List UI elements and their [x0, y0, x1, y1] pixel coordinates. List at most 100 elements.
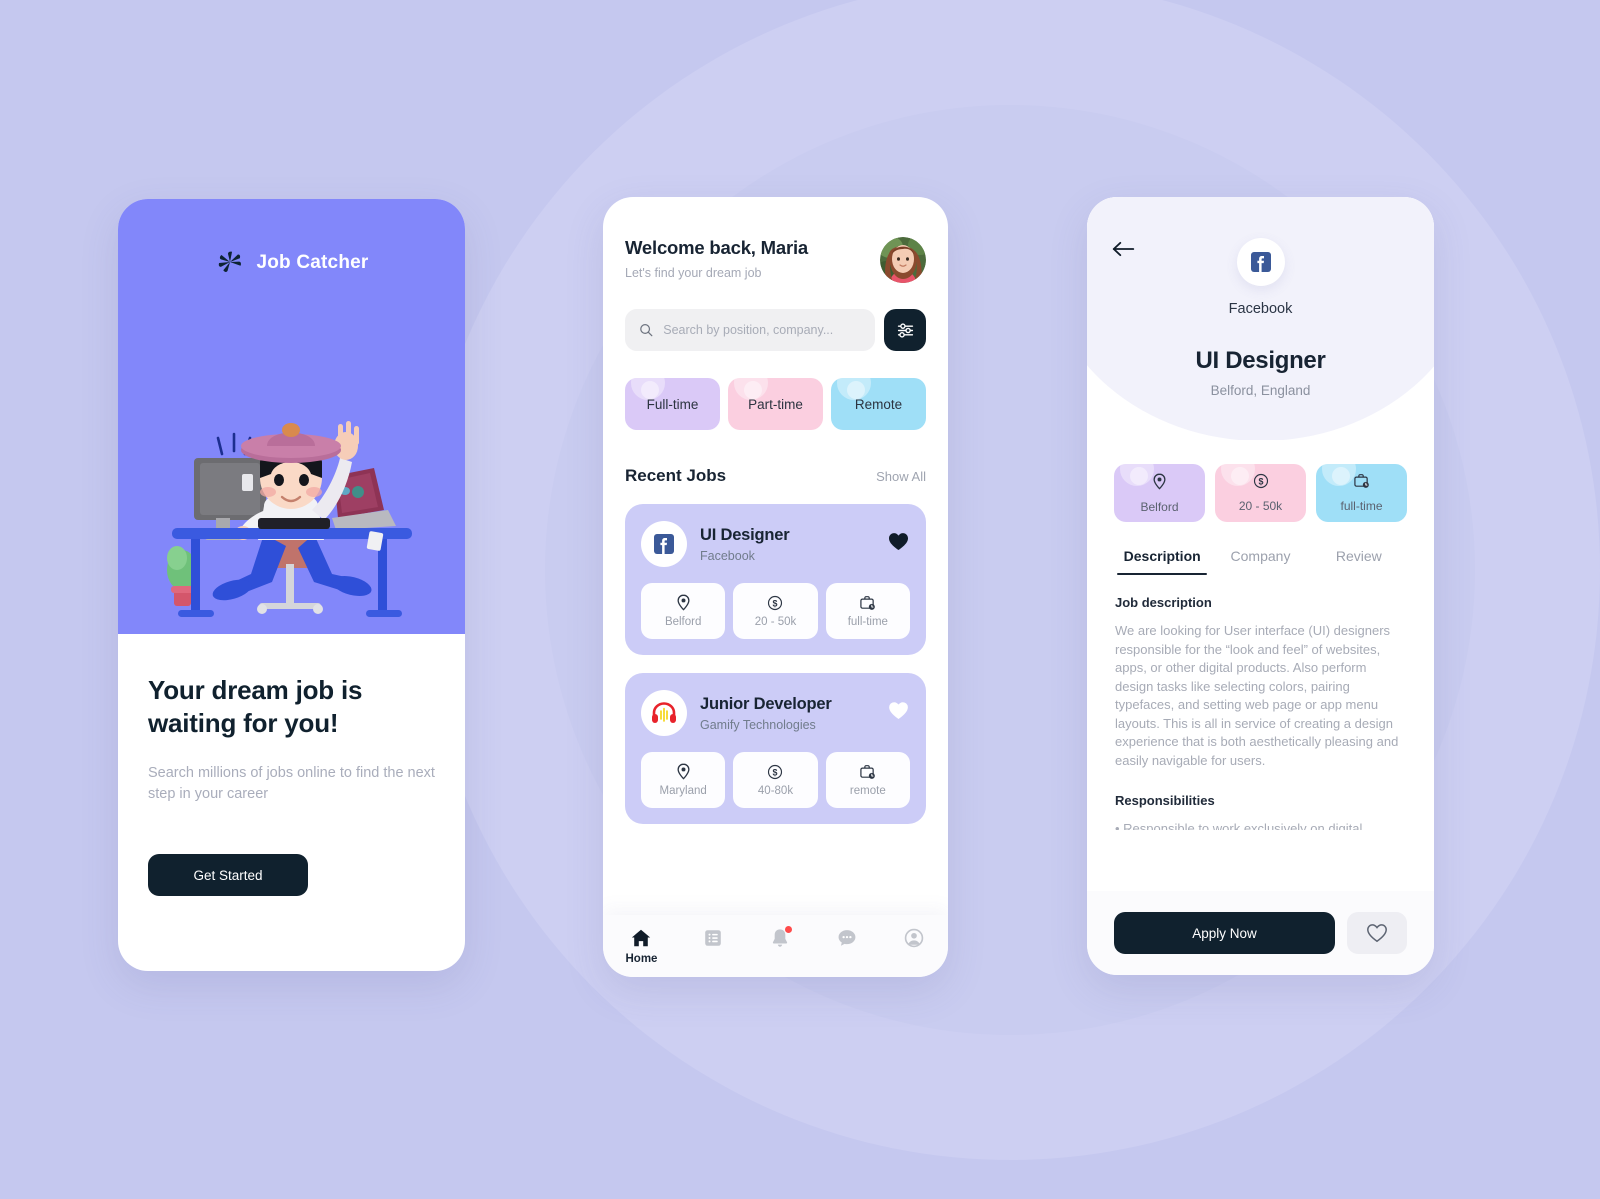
job-card-titles: UI Designer Facebook — [700, 526, 875, 563]
recent-jobs-header: Recent Jobs Show All — [625, 466, 926, 486]
job-company: Gamify Technologies — [700, 717, 816, 732]
company-logo — [1236, 238, 1285, 286]
heart-filled-icon — [889, 533, 908, 551]
chip-full-time[interactable]: Full-time — [625, 378, 720, 430]
location-pin-icon — [1152, 473, 1167, 495]
responsibilities-item: • Responsible to work exclusively on dig… — [1115, 820, 1363, 830]
home-icon — [632, 929, 651, 947]
chip-label: Full-time — [646, 396, 699, 412]
headphones-icon — [652, 702, 676, 723]
chip-remote[interactable]: Remote — [831, 378, 926, 430]
tab-home[interactable]: Home — [626, 927, 657, 965]
job-meta-label: Belford — [664, 616, 702, 628]
job-meta-type: full-time — [825, 583, 910, 639]
search-input[interactable] — [663, 323, 861, 337]
section-title: Recent Jobs — [625, 466, 727, 485]
job-detail-screen: Facebook UI Designer Belford, England Be… — [1087, 197, 1434, 975]
job-card-titles: Junior Developer Gamify Technologies — [700, 695, 875, 732]
job-card-header: UI Designer Facebook — [641, 521, 910, 567]
job-role-title: UI Designer — [1195, 347, 1326, 374]
facebook-icon — [1250, 252, 1271, 272]
job-description-heading: Job description — [1115, 595, 1212, 610]
dollar-coin-icon: $ — [768, 764, 783, 779]
dollar-coin-icon: $ — [768, 595, 783, 610]
search-input-wrapper[interactable] — [625, 309, 875, 351]
location-pin-icon — [677, 763, 690, 780]
company-name: Facebook — [1228, 301, 1293, 317]
show-all-link[interactable]: Show All — [876, 469, 926, 484]
heart-outline-icon — [1367, 924, 1387, 943]
tab-list[interactable] — [702, 927, 724, 953]
detail-tabs: Description Company Review — [1087, 548, 1434, 575]
heart-outline-icon — [889, 702, 908, 720]
job-company: Facebook — [700, 548, 755, 563]
detail-pill-type[interactable]: full-time — [1316, 464, 1407, 522]
detail-pill-location[interactable]: Belford — [1114, 464, 1205, 522]
tab-description[interactable]: Description — [1113, 548, 1211, 575]
svg-text:$: $ — [773, 767, 778, 777]
job-meta-row: Maryland $ 40-80k remote — [641, 752, 910, 808]
greeting-block: Welcome back, Maria Let's find your drea… — [625, 237, 808, 280]
back-button[interactable] — [1111, 239, 1137, 262]
detail-footer: Apply Now — [1087, 891, 1434, 975]
user-profile-photo — [880, 237, 926, 283]
detail-header-content: Facebook UI Designer Belford, England — [1087, 197, 1434, 398]
detail-pill-row: Belford $ 20 - 50k full-time — [1087, 464, 1434, 522]
brand-lockup: Job Catcher — [214, 247, 368, 279]
filter-button[interactable] — [884, 309, 926, 351]
job-meta-location: Belford — [641, 583, 726, 639]
job-location: Belford, England — [1210, 383, 1311, 398]
job-meta-label: remote — [849, 784, 886, 797]
greeting-text: Welcome back, Maria — [625, 237, 808, 258]
detail-header: Facebook UI Designer Belford, England — [1087, 197, 1434, 440]
tab-notifications[interactable] — [769, 926, 793, 953]
home-scroll-area[interactable]: Welcome back, Maria Let's find your drea… — [603, 197, 948, 977]
favorite-toggle-outline[interactable] — [888, 701, 910, 725]
pill-decoration-inner — [1332, 467, 1350, 485]
home-header: Welcome back, Maria Let's find your drea… — [625, 237, 926, 283]
tab-company[interactable]: Company — [1211, 548, 1309, 575]
job-meta-location: Maryland — [641, 752, 726, 808]
onboarding-screen: Job Catcher Your dream job is waiting fo… — [118, 199, 465, 971]
chip-label: Remote — [854, 396, 903, 412]
responsibilities-heading: Responsibilities — [1115, 792, 1215, 808]
avatar[interactable] — [880, 237, 926, 283]
job-meta-label: full-time — [847, 615, 888, 628]
job-card[interactable]: UI Designer Facebook Belford $ 20 - 50k … — [625, 504, 926, 655]
job-meta-type: remote — [825, 752, 910, 808]
home-screen: Welcome back, Maria Let's find your drea… — [603, 197, 948, 977]
detail-pill-salary[interactable]: $ 20 - 50k — [1215, 464, 1306, 522]
tab-review[interactable]: Review — [1310, 548, 1408, 575]
favorite-button[interactable] — [1347, 912, 1407, 954]
apply-now-button[interactable]: Apply Now — [1114, 912, 1335, 954]
job-meta-label: 20 - 50k — [754, 615, 797, 628]
briefcase-clock-icon — [860, 764, 876, 779]
job-description-body: We are looking for User interface (UI) d… — [1115, 623, 1399, 769]
job-meta-salary: $ 40-80k — [733, 752, 818, 808]
job-card[interactable]: Junior Developer Gamify Technologies Mar… — [625, 673, 926, 824]
job-title: Junior Developer — [700, 694, 832, 713]
chip-part-time[interactable]: Part-time — [728, 378, 823, 430]
detail-content[interactable]: Job description We are looking for User … — [1087, 575, 1434, 830]
location-pin-icon — [677, 594, 690, 611]
onboarding-copy: Your dream job is waiting for you! Searc… — [118, 634, 465, 897]
pill-label: full-time — [1340, 499, 1383, 513]
pill-label: 20 - 50k — [1238, 499, 1283, 513]
profile-icon — [905, 928, 924, 948]
job-meta-row: Belford $ 20 - 50k full-time — [641, 583, 910, 639]
company-logo — [641, 690, 687, 736]
pill-decoration-inner — [1130, 467, 1148, 485]
get-started-button[interactable]: Get Started — [148, 854, 308, 897]
facebook-icon — [654, 534, 674, 554]
tab-profile[interactable] — [903, 927, 925, 953]
job-title: UI Designer — [700, 525, 790, 544]
tab-messages[interactable] — [836, 927, 858, 953]
favorite-toggle-filled[interactable] — [888, 532, 910, 556]
brand-name: Job Catcher — [256, 252, 369, 273]
page-title: Your dream job is waiting for you! — [148, 675, 363, 739]
pill-decoration-inner — [1231, 467, 1249, 485]
svg-text:$: $ — [773, 598, 778, 608]
job-type-chips: Full-time Part-time Remote — [625, 378, 926, 430]
dollar-coin-icon: $ — [1253, 473, 1269, 494]
person-at-desk-3d-illustration — [166, 421, 412, 617]
